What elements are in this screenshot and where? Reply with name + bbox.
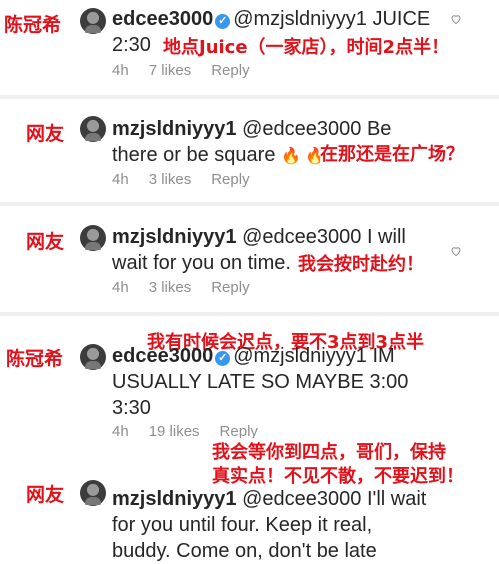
comment-meta-2: 4h 3 likes Reply bbox=[112, 171, 270, 188]
username[interactable]: mzjsldniyyy1 bbox=[112, 226, 237, 248]
reply-button[interactable]: Reply bbox=[211, 62, 249, 79]
comment-3: 网友 mzjsldniyyy1 @edcee3000 I will wait f… bbox=[0, 210, 499, 310]
user-tag-4: 陈冠希 bbox=[6, 348, 64, 370]
username[interactable]: edcee3000 bbox=[112, 345, 213, 367]
comment-1: 陈冠希 edcee3000 ✓ @mzjsldniyyy1 JUICE 2:30 地… bbox=[0, 0, 499, 88]
user-tag-2: 网友 bbox=[26, 123, 65, 145]
comment-2: 网友 mzjsldniyyy1 @edcee3000 Be there or b… bbox=[0, 102, 499, 202]
mention[interactable]: @edcee3000 bbox=[242, 118, 361, 140]
divider bbox=[0, 95, 499, 99]
mention[interactable]: @edcee3000 bbox=[242, 226, 361, 248]
username[interactable]: mzjsldniyyy1 bbox=[112, 488, 237, 510]
avatar[interactable] bbox=[80, 344, 106, 370]
avatar[interactable] bbox=[80, 480, 106, 506]
annotation-5-line-2: 真实点！不见不散，不要迟到！ bbox=[212, 462, 464, 488]
heart-icon[interactable] bbox=[450, 12, 462, 25]
mention[interactable]: @edcee3000 bbox=[242, 488, 361, 510]
reply-button[interactable]: Reply bbox=[211, 171, 249, 188]
annotation-3: 我会按时赴约！ bbox=[298, 250, 424, 276]
avatar[interactable] bbox=[80, 8, 106, 34]
heart-icon[interactable] bbox=[450, 244, 462, 257]
avatar[interactable] bbox=[80, 116, 106, 142]
user-tag-5: 网友 bbox=[26, 484, 65, 506]
mention[interactable]: @mzjsldniyyy1 bbox=[233, 8, 367, 30]
mention[interactable]: @mzjsldniyyy1 bbox=[233, 345, 367, 367]
divider bbox=[0, 312, 499, 316]
username[interactable]: mzjsldniyyy1 bbox=[112, 118, 237, 140]
fire-emoji: 🔥 🔥 bbox=[281, 148, 326, 165]
annotation-2: 在那还是在广场？ bbox=[320, 140, 464, 166]
verified-badge-icon: ✓ bbox=[215, 351, 231, 366]
annotation-1: 地点Juice（一家店），时间2点半！ bbox=[163, 33, 450, 59]
comment-meta-1: 4h 7 likes Reply bbox=[112, 62, 270, 79]
reply-button[interactable]: Reply bbox=[211, 279, 249, 296]
comment-meta-3: 4h 3 likes Reply bbox=[112, 279, 270, 296]
comment-text-4: edcee3000 ✓ @mzjsldniyyy1 IM USUALLY LATE … bbox=[112, 345, 409, 419]
timestamp: 4h bbox=[112, 171, 129, 188]
likes-count[interactable]: 3 likes bbox=[149, 279, 192, 296]
likes-count[interactable]: 3 likes bbox=[149, 171, 192, 188]
avatar[interactable] bbox=[80, 225, 106, 251]
annotation-5-line-1: 我会等你到四点，哥们，保持 bbox=[212, 438, 446, 464]
comment-4: 我有时候会迟点，要不3点到3点半 陈冠希 edcee3000 ✓ @mzjsldni… bbox=[0, 318, 499, 443]
likes-count[interactable]: 7 likes bbox=[149, 62, 192, 79]
username[interactable]: edcee3000 bbox=[112, 8, 213, 30]
comment-text-5: mzjsldniyyy1 @edcee3000 I'll wait for yo… bbox=[112, 488, 427, 562]
verified-badge-icon: ✓ bbox=[215, 14, 231, 29]
user-tag-1: 陈冠希 bbox=[4, 14, 62, 36]
timestamp: 4h bbox=[112, 62, 129, 79]
user-tag-3: 网友 bbox=[26, 231, 65, 253]
divider bbox=[0, 202, 499, 206]
timestamp: 4h bbox=[112, 279, 129, 296]
comment-5: 我会等你到四点，哥们，保持 真实点！不见不散，不要迟到！ 网友 mzjsldni… bbox=[0, 430, 499, 562]
